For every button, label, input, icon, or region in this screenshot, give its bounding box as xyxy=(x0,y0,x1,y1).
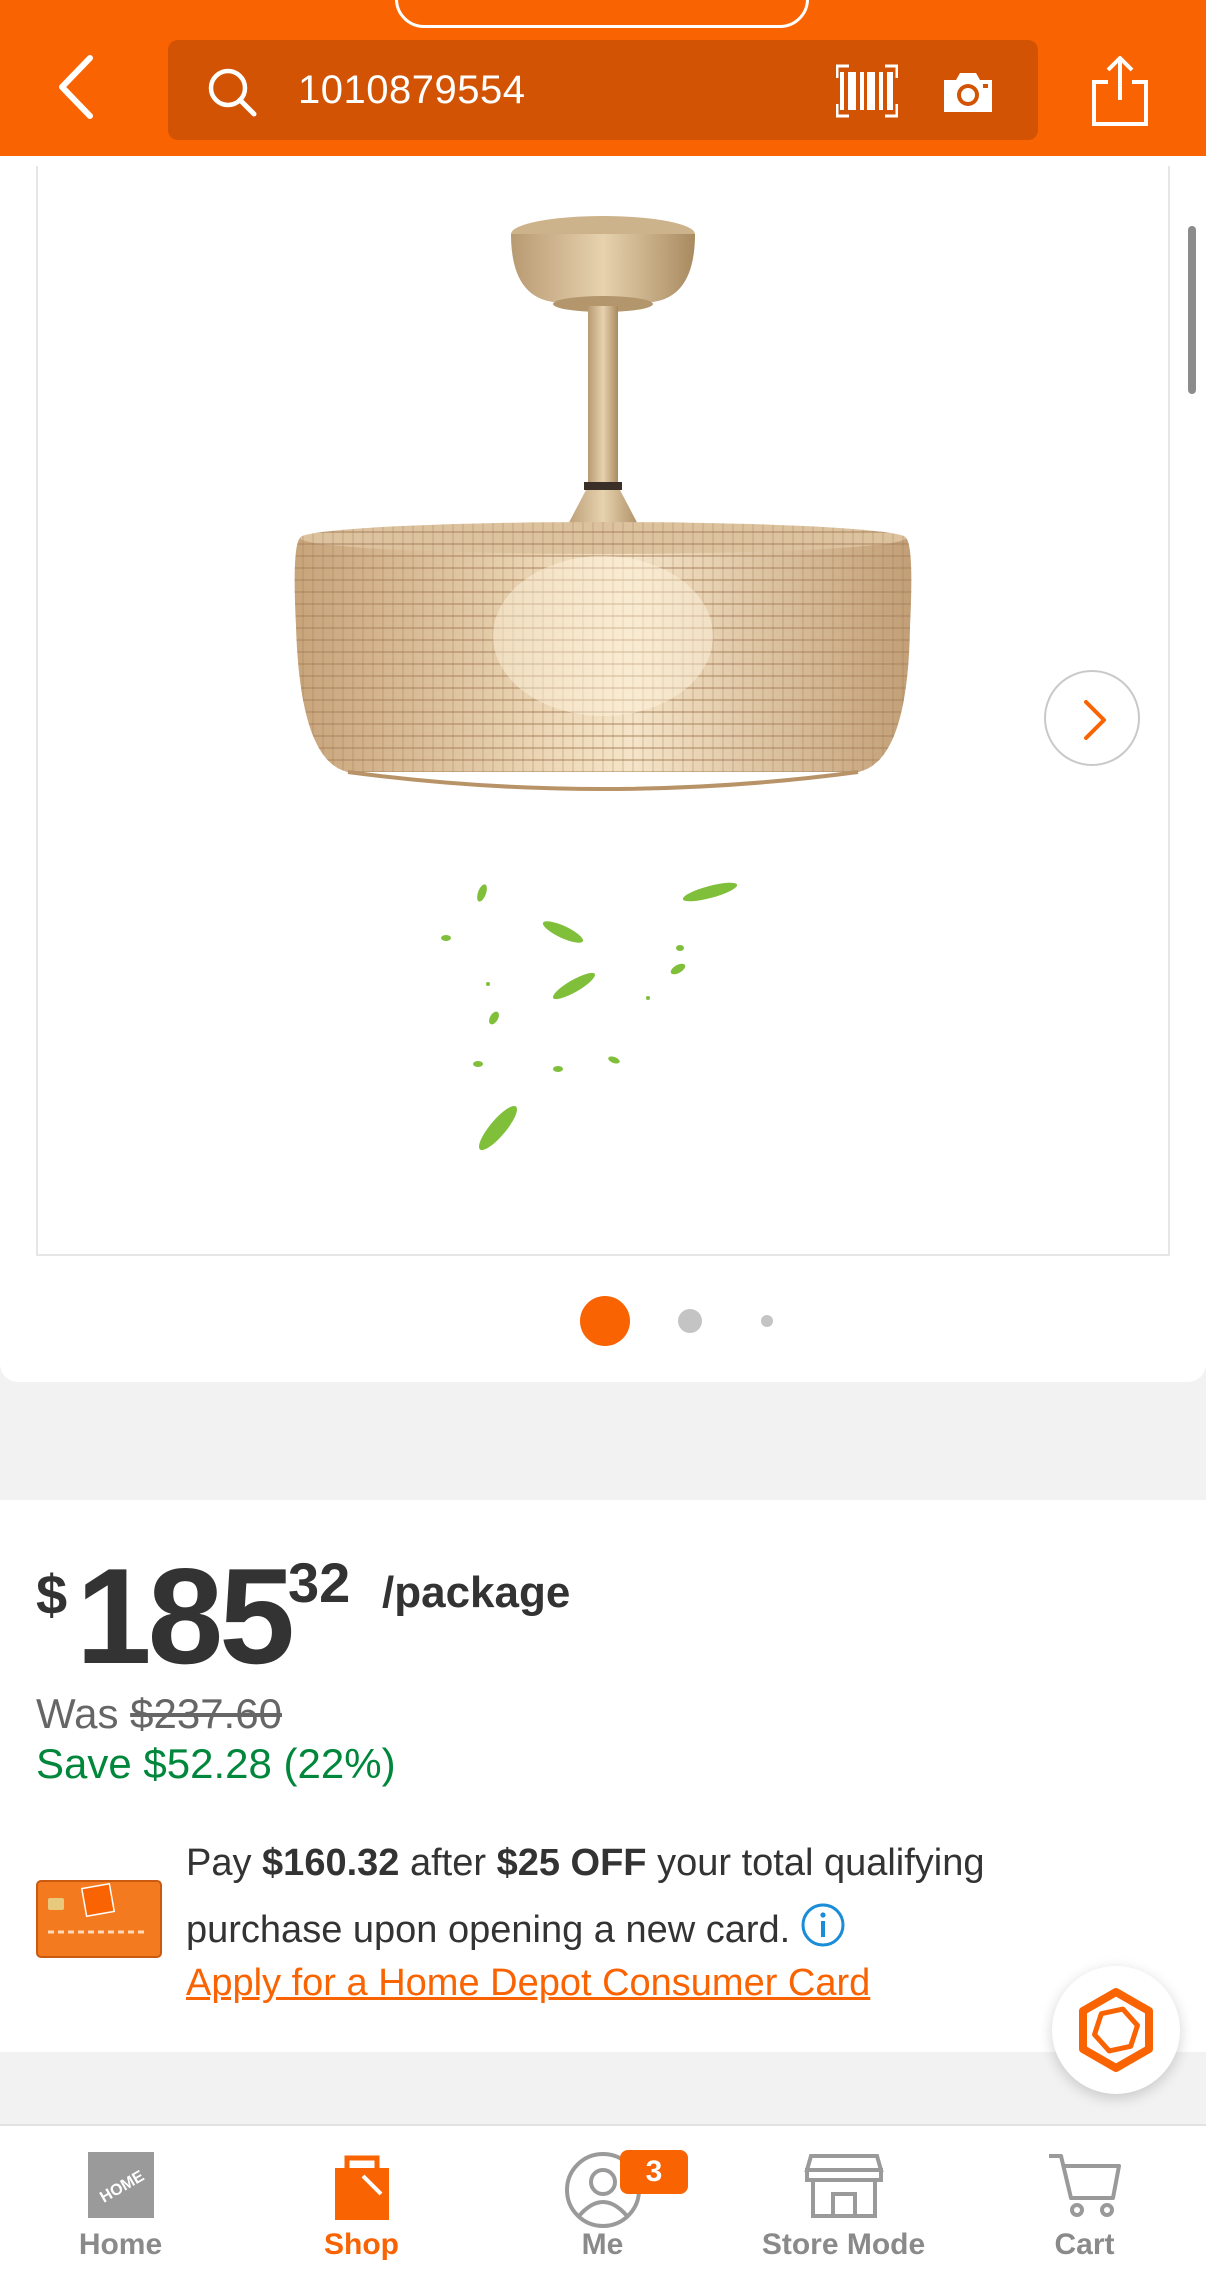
price-cents: 32 xyxy=(288,1551,351,1614)
product-image-frame[interactable] xyxy=(36,166,1170,1256)
nav-cart[interactable]: Cart xyxy=(964,2126,1205,2274)
card-promo-text: Pay $160.32 after $25 OFF your total qua… xyxy=(186,1830,1146,1964)
store-icon xyxy=(803,2154,884,2218)
info-icon[interactable] xyxy=(800,1902,846,1948)
scroll-indicator[interactable] xyxy=(1188,226,1196,394)
page-dot[interactable] xyxy=(761,1315,773,1327)
barcode-icon[interactable] xyxy=(836,64,898,118)
nav-home-label: Home xyxy=(78,2228,163,2261)
nav-shop-label: Shop xyxy=(324,2228,399,2261)
share-button[interactable] xyxy=(1090,54,1150,128)
shop-bag-icon xyxy=(334,2155,389,2220)
price-dollars: 185 xyxy=(76,1540,295,1692)
promo-discount: $25 OFF xyxy=(496,1842,647,1884)
promo-pay-prefix: Pay xyxy=(186,1842,263,1884)
was-price: $237.60 xyxy=(130,1690,282,1737)
nav-store-mode-label: Store Mode xyxy=(761,2228,926,2261)
cart-icon xyxy=(1048,2154,1121,2217)
nav-shop[interactable]: Shop xyxy=(241,2126,482,2274)
next-image-button[interactable] xyxy=(1044,670,1140,766)
chat-assistant-button[interactable] xyxy=(1052,1966,1180,2094)
camera-icon[interactable] xyxy=(940,68,996,116)
chevron-left-icon xyxy=(59,55,93,119)
promo-pay-amount: $160.32 xyxy=(262,1842,400,1884)
nav-me-label: Me xyxy=(581,2228,624,2261)
product-image[interactable] xyxy=(38,166,1172,1256)
product-gallery xyxy=(0,156,1206,1382)
page-dot[interactable] xyxy=(678,1309,702,1333)
search-input[interactable]: 1010879554 xyxy=(298,68,525,113)
nav-cart-label: Cart xyxy=(1054,2228,1115,2261)
price-section: $ 185 32 /package Was $237.60 Save $52.2… xyxy=(0,1500,1206,2052)
home-depot-logo-icon: HOME xyxy=(87,2152,154,2218)
search-bar[interactable]: 1010879554 xyxy=(168,40,1038,140)
back-button[interactable] xyxy=(50,52,106,122)
bottom-navigation: HOME Home Shop Me 3 Store Mode Cart xyxy=(0,2124,1206,2274)
share-icon xyxy=(1092,56,1148,126)
promo-after-text: after xyxy=(399,1842,497,1884)
chat-hexagon-icon xyxy=(1079,1988,1153,2072)
savings-text: Save $52.28 (22%) xyxy=(36,1740,396,1787)
chevron-right-icon xyxy=(1084,700,1106,740)
was-price-line: Was $237.60 xyxy=(36,1690,282,1738)
apply-card-link[interactable]: Apply for a Home Depot Consumer Card xyxy=(186,1962,870,2005)
price-currency: $ xyxy=(36,1563,68,1626)
notification-badge: 3 xyxy=(620,2150,688,2194)
gallery-pagination xyxy=(0,1296,1206,1346)
nav-store-mode[interactable]: Store Mode xyxy=(723,2126,964,2274)
header-pill-tab[interactable] xyxy=(395,0,809,28)
nav-home[interactable]: HOME Home xyxy=(0,2126,241,2274)
top-header: 1010879554 xyxy=(0,0,1206,156)
page-dot-active[interactable] xyxy=(580,1296,630,1346)
search-icon xyxy=(208,68,257,117)
price-unit: /package xyxy=(382,1568,571,1617)
was-label: Was xyxy=(36,1690,131,1737)
nav-me[interactable]: Me xyxy=(482,2126,723,2274)
credit-card-icon xyxy=(36,1880,162,1958)
